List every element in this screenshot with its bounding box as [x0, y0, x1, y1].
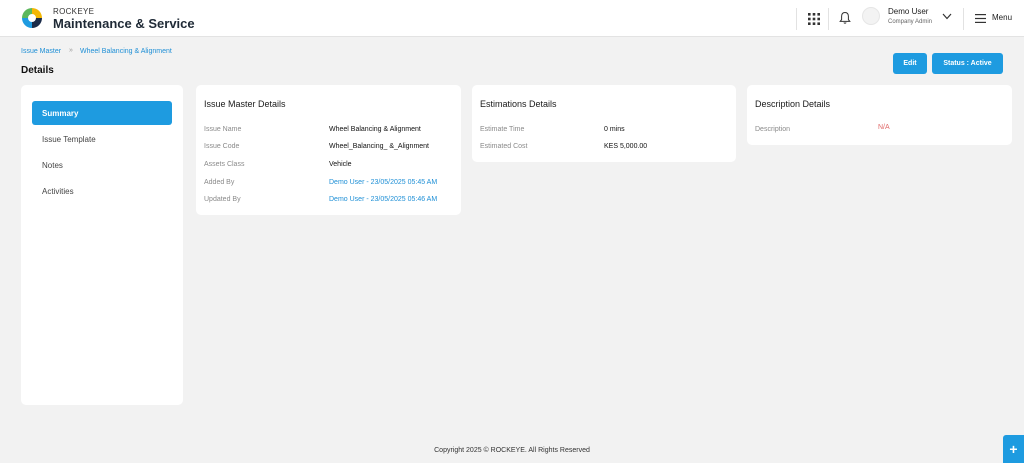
user-name[interactable]: Demo User [888, 7, 928, 16]
estimate-time-value: 0 mins [604, 126, 625, 133]
sidebar: Summary Issue Template Notes Activities [21, 85, 183, 405]
page-title: Details [21, 65, 54, 76]
hamburger-icon [975, 14, 986, 23]
added-by-value[interactable]: Demo User - 23/05/2025 05:45 AM [329, 179, 437, 186]
edit-button[interactable]: Edit [893, 53, 927, 74]
card-title: Description Details [755, 99, 831, 109]
breadcrumb-current: Wheel Balancing & Alignment [80, 48, 172, 55]
divider [963, 8, 964, 30]
rockeye-logo-icon[interactable] [21, 7, 43, 29]
card-title: Estimations Details [480, 99, 557, 109]
status-button[interactable]: Status : Active [932, 53, 1003, 74]
added-by-label: Added By [204, 179, 235, 186]
divider [828, 8, 829, 30]
menu-label: Menu [992, 13, 1013, 22]
sidebar-item-issue-template[interactable]: Issue Template [32, 127, 172, 151]
issue-master-card: Issue Master Details Issue Name Wheel Ba… [196, 85, 461, 215]
description-label: Description [755, 126, 791, 133]
description-value: N/A [878, 124, 890, 131]
avatar[interactable] [862, 7, 880, 25]
brand-name: ROCKEYE [53, 7, 95, 16]
issue-name-value: Wheel Balancing & Alignment [329, 126, 421, 133]
apps-grid-icon[interactable] [808, 13, 820, 25]
updated-by-label: Updated By [204, 196, 241, 203]
breadcrumb-issue-master[interactable]: Issue Master [21, 48, 61, 55]
footer-copyright: Copyright 2025 © ROCKEYE. All Rights Res… [434, 447, 590, 454]
issue-code-label: Issue Code [204, 143, 240, 150]
estimated-cost-value: KES 5,000.00 [604, 143, 648, 150]
sidebar-item-activities[interactable]: Activities [32, 179, 172, 203]
description-card: Description Details Description N/A [747, 85, 1012, 145]
sidebar-item-notes[interactable]: Notes [32, 153, 172, 177]
bell-icon[interactable] [839, 11, 851, 25]
updated-by-value[interactable]: Demo User - 23/05/2025 05:46 AM [329, 196, 437, 203]
breadcrumb-separator-icon: » [69, 47, 73, 54]
estimated-cost-label: Estimated Cost [480, 143, 528, 150]
issue-name-label: Issue Name [204, 126, 242, 133]
top-bar: ROCKEYE Maintenance & Service Demo User … [0, 0, 1024, 37]
issue-code-value: Wheel_Balancing_ &_Alignment [329, 143, 430, 150]
menu-button[interactable]: Menu [975, 12, 1020, 26]
assets-class-label: Assets Class [204, 161, 245, 168]
sidebar-item-summary[interactable]: Summary [32, 101, 172, 125]
estimate-time-label: Estimate Time [480, 126, 525, 133]
user-role: Company Admin [888, 19, 933, 25]
assets-class-value: Vehicle [329, 161, 352, 168]
chevron-down-icon[interactable] [942, 13, 952, 20]
card-title: Issue Master Details [204, 99, 286, 109]
estimations-card: Estimations Details Estimate Time 0 mins… [472, 85, 736, 162]
divider [796, 8, 797, 30]
app-title: Maintenance & Service [53, 16, 195, 31]
add-button[interactable]: + [1003, 435, 1024, 463]
